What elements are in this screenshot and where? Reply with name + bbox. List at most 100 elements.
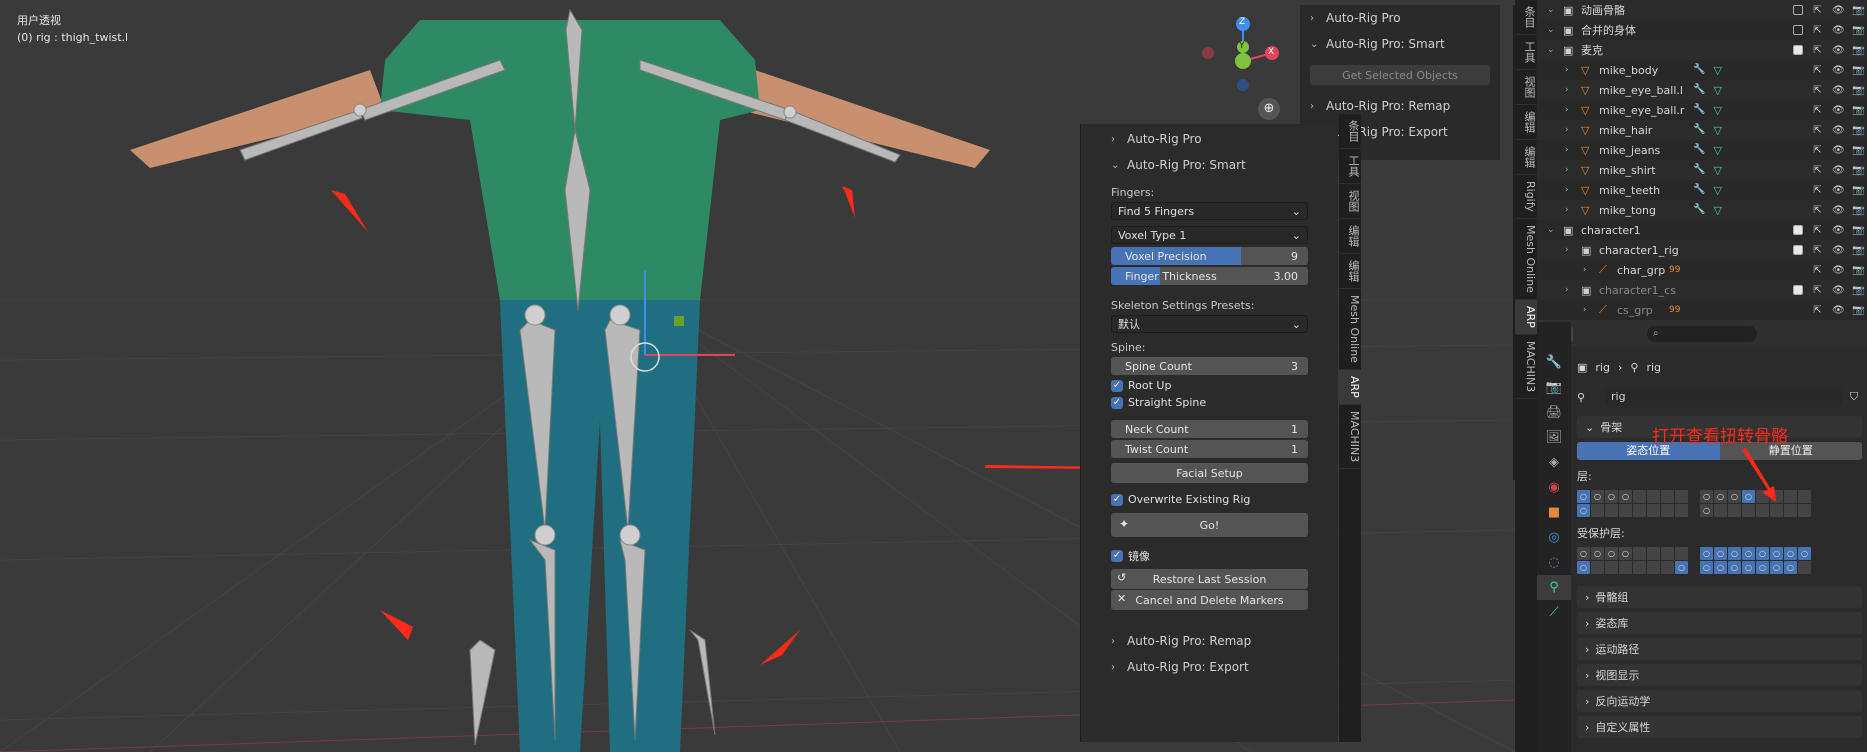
camera-icon[interactable]: 📷 [1852, 145, 1864, 156]
collection-checkbox[interactable] [1793, 45, 1803, 55]
layer-cell[interactable] [1728, 504, 1741, 517]
layer-cell[interactable]: ○ [1742, 561, 1755, 574]
layer-cell[interactable] [1647, 561, 1660, 574]
layer-cell[interactable]: ○ [1784, 547, 1797, 560]
wrench-icon[interactable]: 🔧 [1693, 104, 1705, 117]
layer-cell[interactable] [1784, 504, 1797, 517]
layer-cell[interactable] [1605, 504, 1618, 517]
layer-cell[interactable] [1605, 561, 1618, 574]
tab-arp[interactable]: ARP [1515, 299, 1537, 335]
collection-checkbox[interactable] [1793, 225, 1803, 235]
camera-icon[interactable]: 📷 [1852, 245, 1864, 256]
eye-icon[interactable]: 👁 [1832, 45, 1845, 56]
layer-cell[interactable] [1591, 504, 1604, 517]
view-layer-icon[interactable]: 🖼 [1537, 425, 1571, 450]
layer-cell[interactable] [1633, 547, 1646, 560]
cancel-delete-markers-button[interactable]: ✕ Cancel and Delete Markers [1111, 590, 1308, 610]
select-arrow-icon[interactable]: ⇱ [1812, 5, 1823, 16]
layer-cell[interactable] [1647, 547, 1660, 560]
header-arp[interactable]: › Auto-Rig Pro [1107, 126, 1312, 152]
camera-icon[interactable]: 📷 [1852, 45, 1864, 56]
select-arrow-icon[interactable]: ⇱ [1812, 165, 1823, 176]
navigation-gizmo[interactable]: Z Y X [1198, 14, 1288, 94]
collapsed-section[interactable]: › 视图显示 [1577, 664, 1862, 686]
3d-viewport[interactable]: 用户透视 (0) rig : thigh_twist.l Z Y X ⊕ × ⊕… [0, 0, 1515, 752]
camera-icon[interactable]: 📷 [1852, 185, 1864, 196]
expand-arrow-icon[interactable]: › [1565, 125, 1569, 135]
select-arrow-icon[interactable]: ⇱ [1812, 205, 1823, 216]
eye-icon[interactable]: 👁 [1832, 185, 1845, 196]
layer-cell[interactable] [1647, 490, 1660, 503]
camera-icon[interactable]: 📷 [1852, 85, 1864, 96]
layer-cell[interactable]: ○ [1714, 547, 1727, 560]
layer-cell[interactable] [1661, 490, 1674, 503]
expand-arrow-icon[interactable]: ⌄ [1547, 225, 1555, 235]
layer-cell[interactable] [1647, 504, 1660, 517]
overwrite-rig-checkbox[interactable]: ✓ Overwrite Existing Rig [1111, 491, 1308, 508]
mesh-data-icon[interactable]: ▽ [1713, 124, 1721, 137]
tab-machin3[interactable]: MACHIN3 [1515, 335, 1537, 399]
protected-grid-b[interactable]: ○ ○ ○ ○ ○ ○ ○ ○ ○ ○ ○ ○ ○ ○ ○ [1700, 547, 1811, 574]
shield-icon[interactable]: ⛉ [1846, 390, 1862, 404]
layer-cell[interactable] [1742, 504, 1755, 517]
collapsed-section[interactable]: › 运动路径 [1577, 638, 1862, 660]
layer-cell[interactable] [1675, 504, 1688, 517]
outliner-row[interactable]: ⌄ ▣ 合并的身体 ⇱ 👁 📷 [1537, 20, 1867, 40]
tab-tool[interactable]: 工具 [1515, 35, 1537, 70]
mirror-checkbox[interactable]: ✓ 镜像 [1111, 547, 1308, 564]
layer-cell[interactable] [1798, 504, 1811, 517]
tab-tool[interactable]: 工具 [1339, 149, 1361, 184]
select-arrow-icon[interactable]: ⇱ [1812, 125, 1823, 136]
eye-icon[interactable]: 👁 [1832, 105, 1845, 116]
mesh-data-icon[interactable]: ▽ [1713, 64, 1721, 77]
tab-arp[interactable]: ARP [1339, 369, 1361, 405]
camera-icon[interactable]: 📷 [1852, 125, 1864, 136]
layers-grid-a[interactable]: ○ ○ ○ ○ ○ [1577, 490, 1688, 517]
layer-cell[interactable] [1798, 561, 1811, 574]
object-icon[interactable]: ■ [1537, 500, 1571, 525]
layer-cell[interactable] [1675, 547, 1688, 560]
expand-arrow-icon[interactable]: ⌄ [1547, 45, 1555, 55]
layer-cell[interactable]: ○ [1756, 561, 1769, 574]
layer-cell[interactable]: ○ [1591, 547, 1604, 560]
eye-icon[interactable]: 👁 [1832, 145, 1845, 156]
eye-icon[interactable]: 👁 [1832, 125, 1845, 136]
zoom-icon[interactable]: ⊕ [1258, 98, 1280, 120]
back-header-remap[interactable]: › Auto-Rig Pro: Remap [1300, 93, 1500, 119]
straight-spine-checkbox[interactable]: ✓ Straight Spine [1111, 394, 1308, 411]
collapsed-section[interactable]: › 骨骼组 [1577, 586, 1862, 608]
eye-icon[interactable]: 👁 [1832, 85, 1845, 96]
wrench-icon[interactable]: 🔧 [1693, 124, 1705, 137]
camera-icon[interactable]: 📷 [1852, 105, 1864, 116]
tab-edit[interactable]: 编辑 [1515, 105, 1537, 140]
facial-setup-button[interactable]: Facial Setup [1111, 463, 1308, 483]
collection-checkbox[interactable] [1793, 25, 1803, 35]
layer-cell[interactable]: ○ [1728, 561, 1741, 574]
layer-cell[interactable] [1661, 504, 1674, 517]
outliner-row[interactable]: › ▽ mike_tong 🔧 ▽ ⇱ 👁 📷 [1537, 200, 1867, 220]
collapsed-section[interactable]: › 反向运动学 [1577, 690, 1862, 712]
expand-arrow-icon[interactable]: ⌄ [1547, 25, 1555, 35]
layer-cell[interactable] [1798, 490, 1811, 503]
render-icon[interactable]: 📷 [1537, 375, 1571, 400]
select-arrow-icon[interactable]: ⇱ [1812, 225, 1823, 236]
camera-icon[interactable]: 📷 [1852, 65, 1864, 76]
layer-cell[interactable] [1619, 561, 1632, 574]
tab-view[interactable]: 视图 [1515, 70, 1537, 105]
spine-count-field[interactable]: Spine Count 3 [1111, 357, 1308, 375]
wrench-icon[interactable]: 🔧 [1693, 184, 1705, 197]
select-arrow-icon[interactable]: ⇱ [1812, 45, 1823, 56]
eye-icon[interactable]: 👁 [1832, 305, 1845, 316]
outliner-row[interactable]: ⌄ ▣ 麦克 ⇱ 👁 📷 [1537, 40, 1867, 60]
wrench-icon[interactable]: 🔧 [1693, 164, 1705, 177]
go-button[interactable]: ✦ Go! [1111, 513, 1308, 537]
outliner-row[interactable]: › ⟋ char_grp 99 ⇱ 👁 📷 [1537, 260, 1867, 280]
expand-arrow-icon[interactable]: › [1565, 185, 1569, 195]
layer-cell[interactable]: ○ [1605, 490, 1618, 503]
collection-checkbox[interactable] [1793, 5, 1803, 15]
select-arrow-icon[interactable]: ⇱ [1812, 305, 1823, 316]
outliner-row[interactable]: › ▽ mike_jeans 🔧 ▽ ⇱ 👁 📷 [1537, 140, 1867, 160]
layer-cell[interactable]: ○ [1619, 547, 1632, 560]
layer-cell[interactable] [1661, 561, 1674, 574]
expand-arrow-icon[interactable]: ⌄ [1547, 5, 1555, 15]
